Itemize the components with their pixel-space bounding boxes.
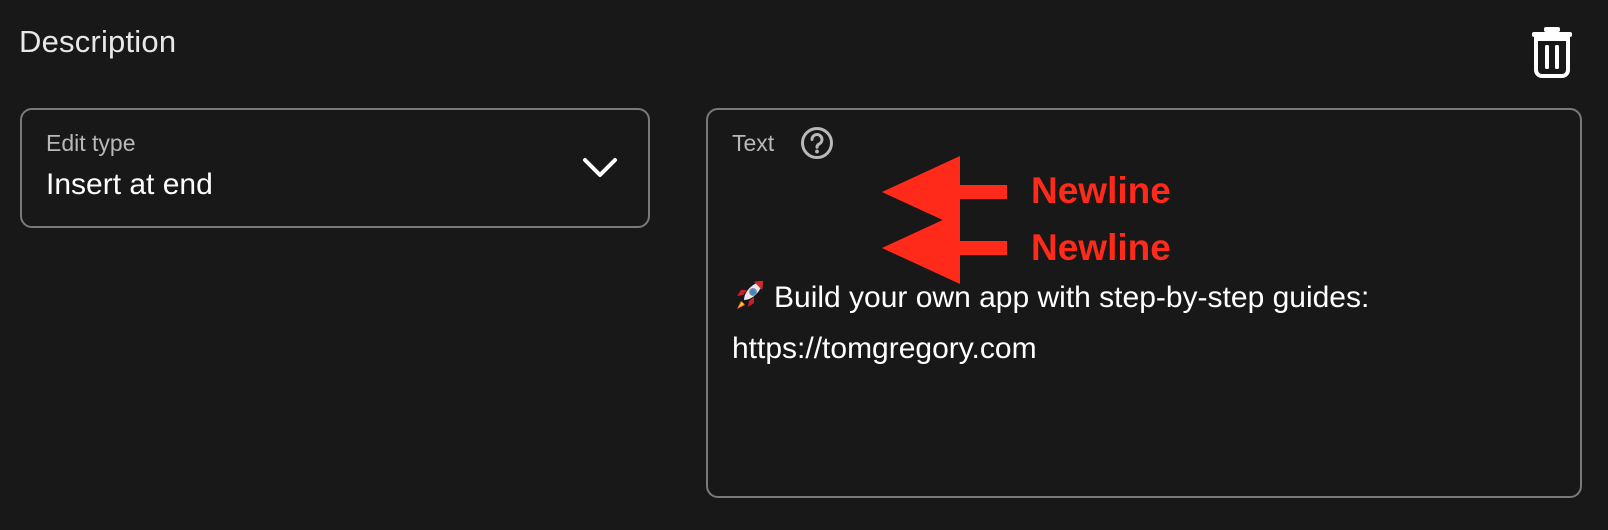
text-line-url: https://tomgregory.com	[732, 332, 1037, 365]
newline-annotation: Newline	[1031, 227, 1171, 268]
rocket-icon	[732, 278, 766, 312]
edit-type-value: Insert at end	[46, 168, 213, 201]
trash-icon	[1532, 27, 1572, 78]
text-field-label: Text	[732, 130, 775, 156]
section-title: Description	[19, 24, 177, 59]
edit-type-select[interactable]: Edit type Insert at end	[20, 108, 650, 228]
delete-button[interactable]	[1530, 26, 1574, 78]
text-line-guides-text: Build your own app with step-by-step gui…	[774, 281, 1370, 314]
annotation-arrow-icon	[882, 212, 1007, 284]
chevron-down-icon	[582, 156, 618, 180]
edit-type-label: Edit type	[46, 130, 136, 156]
text-field[interactable]: Text Build your own app with step-by-ste…	[706, 108, 1582, 498]
help-circle-icon[interactable]	[800, 126, 834, 160]
text-line-guides: Build your own app with step-by-step gui…	[732, 278, 1369, 315]
newline-annotation: Newline	[1031, 170, 1171, 211]
